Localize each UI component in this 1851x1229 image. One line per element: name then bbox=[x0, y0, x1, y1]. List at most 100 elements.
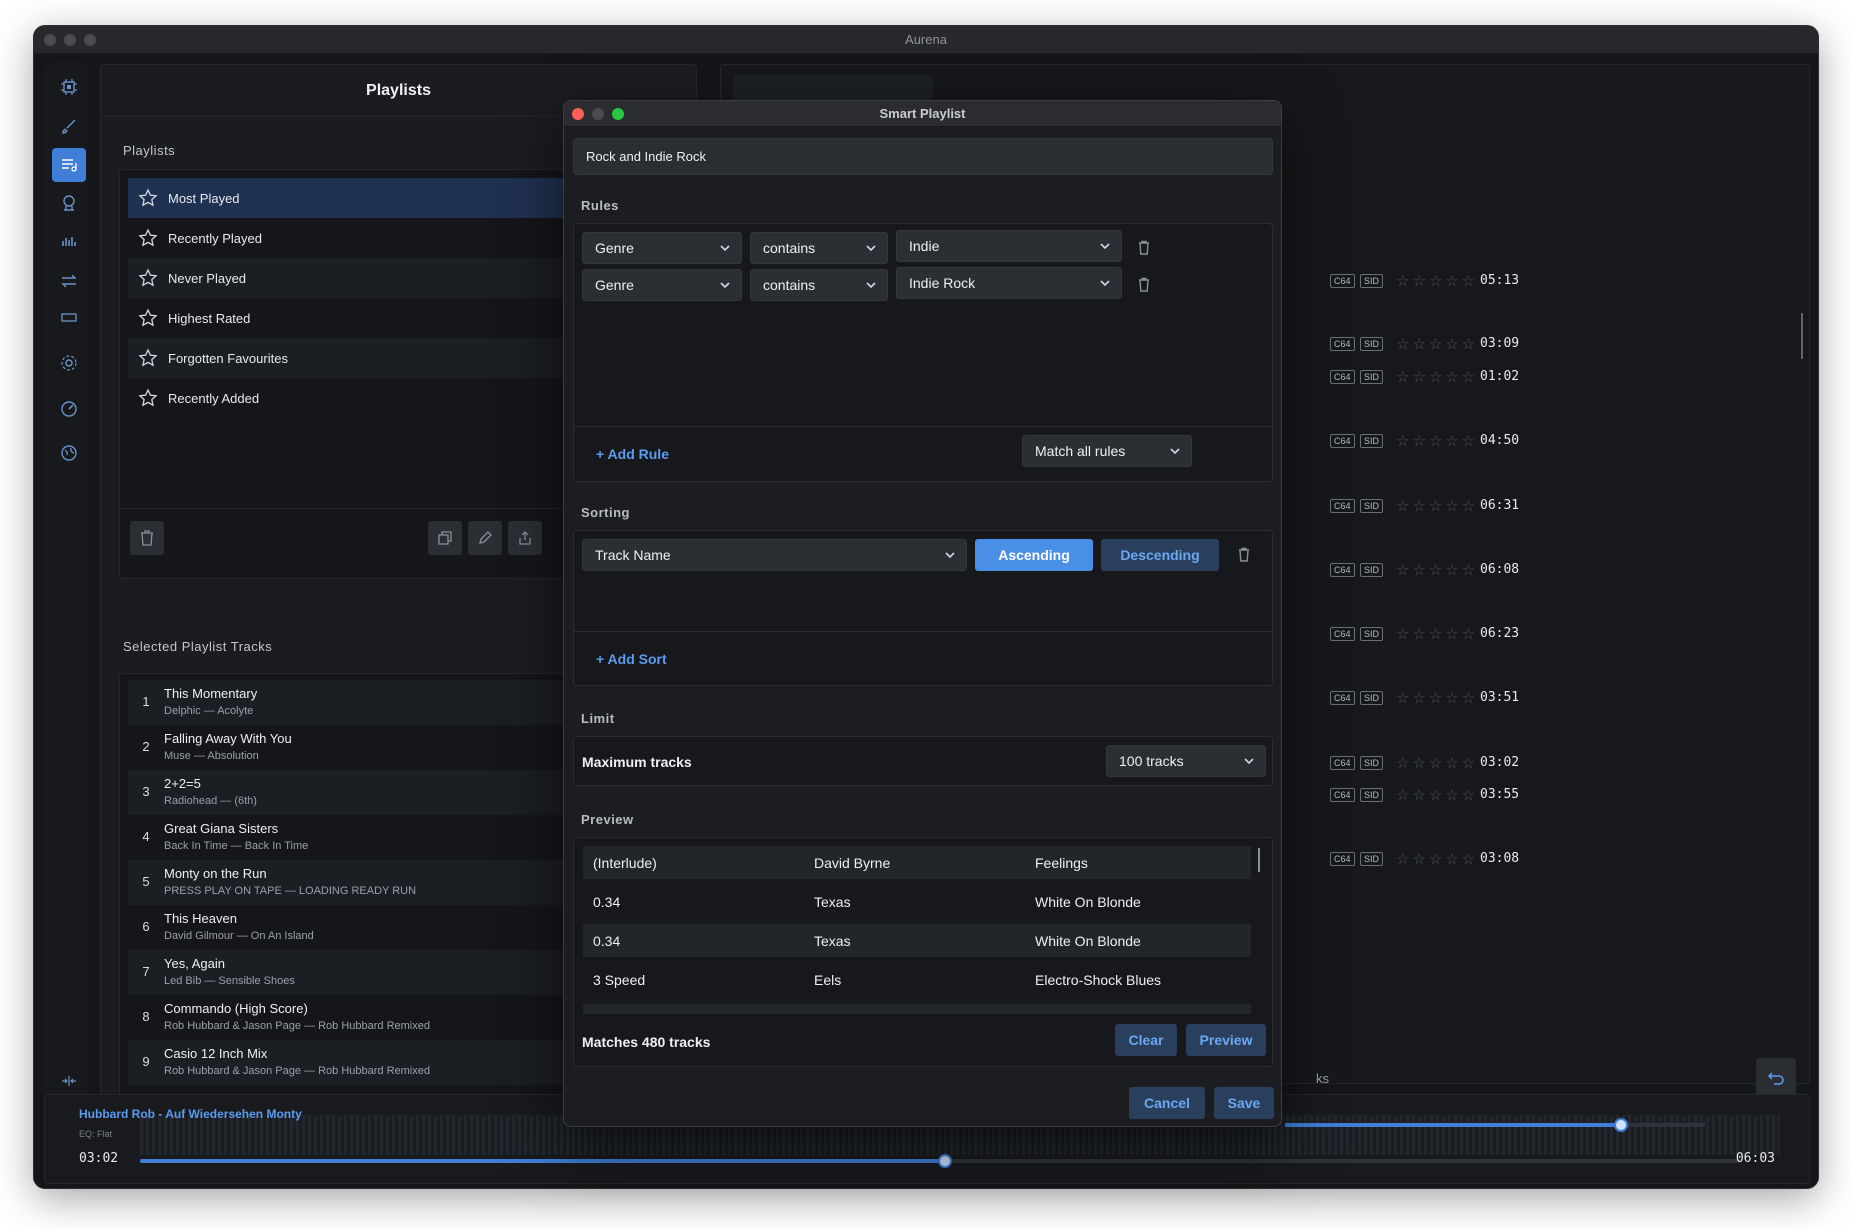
rule-1-field-select[interactable]: Genre bbox=[582, 232, 742, 264]
playlist-item-forgotten-favourites[interactable]: Forgotten Favourites bbox=[128, 338, 588, 378]
minimize-dialog-button[interactable] bbox=[592, 108, 604, 120]
track-row[interactable]: 5 Monty on the Run PRESS PLAY ON TAPE — LO… bbox=[128, 860, 608, 905]
playlist-icon[interactable] bbox=[52, 148, 86, 182]
zoom-dialog-button[interactable] bbox=[612, 108, 624, 120]
rating-stars[interactable]: ☆☆☆☆☆ bbox=[1396, 561, 1478, 579]
cpu-icon[interactable] bbox=[52, 70, 86, 104]
delete-rule-1-button[interactable] bbox=[1136, 239, 1152, 257]
star-icon bbox=[138, 188, 158, 207]
rule-1-operator-select[interactable]: contains bbox=[750, 232, 888, 264]
dial-icon[interactable] bbox=[52, 392, 86, 426]
delete-rule-2-button[interactable] bbox=[1136, 276, 1152, 294]
track-row[interactable]: 9 Casio 12 Inch Mix Rob Hubbard & Jason Pa… bbox=[128, 1040, 608, 1085]
undo-button[interactable] bbox=[1756, 1058, 1796, 1098]
rule-2-value: Indie Rock bbox=[909, 275, 976, 291]
progress-slider[interactable] bbox=[140, 1154, 1740, 1168]
add-sort-button[interactable]: + Add Sort bbox=[596, 651, 667, 667]
preview-button[interactable]: Preview bbox=[1186, 1024, 1266, 1056]
window-controls bbox=[44, 34, 96, 46]
rating-stars[interactable]: ☆☆☆☆☆ bbox=[1396, 368, 1478, 386]
track-row[interactable]: 4 Great Giana Sisters Back In Time — Back … bbox=[128, 815, 608, 860]
edit-playlist-button[interactable] bbox=[468, 521, 502, 555]
playlist-item-label: Highest Rated bbox=[168, 310, 251, 326]
export-playlist-button[interactable] bbox=[508, 521, 542, 555]
track-title: This Heaven bbox=[164, 911, 237, 926]
rule-2-field-select[interactable]: Genre bbox=[582, 269, 742, 301]
rule-2-value-select[interactable]: Indie Rock bbox=[896, 267, 1122, 299]
track-duration: 03:09 bbox=[1480, 336, 1520, 351]
rating-stars[interactable]: ☆☆☆☆☆ bbox=[1396, 335, 1478, 353]
rating-stars[interactable]: ☆☆☆☆☆ bbox=[1396, 432, 1478, 450]
track-row[interactable]: 6 This Heaven David Gilmour — On An Island bbox=[128, 905, 608, 950]
volume-slider[interactable] bbox=[1285, 1118, 1705, 1132]
track-row[interactable]: 3 2+2=5 Radiohead — (6th) bbox=[128, 770, 608, 815]
playlist-item-recently-played[interactable]: Recently Played bbox=[128, 218, 588, 258]
rating-stars[interactable]: ☆☆☆☆☆ bbox=[1396, 850, 1478, 868]
rating-stars[interactable]: ☆☆☆☆☆ bbox=[1396, 272, 1478, 290]
rating-stars[interactable]: ☆☆☆☆☆ bbox=[1396, 754, 1478, 772]
delete-sort-button[interactable] bbox=[1236, 546, 1252, 564]
c64-badge: C64 bbox=[1330, 852, 1355, 866]
playlist-item-highest-rated[interactable]: Highest Rated bbox=[128, 298, 588, 338]
scrollbar[interactable] bbox=[1801, 313, 1803, 359]
equalizer-icon[interactable] bbox=[52, 224, 86, 258]
eq-label: EQ: Flat bbox=[79, 1129, 113, 1139]
sort-field-select[interactable]: Track Name bbox=[582, 539, 967, 571]
minimize-window-button[interactable] bbox=[64, 34, 76, 46]
track-row[interactable]: 8 Commando (High Score) Rob Hubbard & Jaso… bbox=[128, 995, 608, 1040]
preview-artist: Texas bbox=[814, 933, 851, 949]
display-icon[interactable] bbox=[52, 300, 86, 334]
chevron-down-icon bbox=[720, 282, 730, 289]
track-row[interactable]: 7 Yes, Again Led Bib — Sensible Shoes bbox=[128, 950, 608, 995]
track-row[interactable]: 2 Falling Away With You Muse — Absolution bbox=[128, 725, 608, 770]
zoom-window-button[interactable] bbox=[84, 34, 96, 46]
rating-stars[interactable]: ☆☆☆☆☆ bbox=[1396, 786, 1478, 804]
dialog-title: Smart Playlist bbox=[879, 106, 966, 121]
rating-stars[interactable]: ☆☆☆☆☆ bbox=[1396, 689, 1478, 707]
max-tracks-select[interactable]: 100 tracks bbox=[1106, 745, 1266, 777]
volume-knob[interactable] bbox=[1614, 1118, 1628, 1132]
save-button[interactable]: Save bbox=[1214, 1087, 1274, 1119]
descending-button[interactable]: Descending bbox=[1101, 539, 1219, 571]
playlist-item-most-played[interactable]: Most Played bbox=[128, 178, 588, 218]
duplicate-playlist-button[interactable] bbox=[428, 521, 462, 555]
preview-scrollbar[interactable] bbox=[1258, 848, 1260, 872]
globe-icon[interactable] bbox=[52, 436, 86, 470]
delete-playlist-button[interactable] bbox=[130, 521, 164, 555]
preview-artist: Eels bbox=[814, 972, 842, 988]
track-duration: 03:51 bbox=[1480, 690, 1520, 705]
playlist-item-never-played[interactable]: Never Played bbox=[128, 258, 588, 298]
preview-track: 3 Speed bbox=[593, 972, 646, 988]
collapse-icon[interactable] bbox=[52, 1064, 86, 1098]
close-window-button[interactable] bbox=[44, 34, 56, 46]
close-dialog-button[interactable] bbox=[572, 108, 584, 120]
now-playing-title[interactable]: Hubbard Rob - Auf Wiedersehen Monty bbox=[79, 1107, 302, 1121]
brush-icon[interactable] bbox=[52, 110, 86, 144]
track-subtitle: Delphic — Acolyte bbox=[164, 705, 254, 717]
track-number: 5 bbox=[142, 874, 150, 889]
playlist-name-input[interactable]: Rock and Indie Rock bbox=[573, 138, 1273, 175]
selected-tracks-label: Selected Playlist Tracks bbox=[123, 639, 273, 654]
settings-icon[interactable] bbox=[52, 346, 86, 380]
progress-knob[interactable] bbox=[937, 1154, 952, 1168]
add-rule-button[interactable]: + Add Rule bbox=[596, 446, 669, 462]
track-subtitle: PRESS PLAY ON TAPE — LOADING READY RUN bbox=[164, 885, 417, 897]
rating-stars[interactable]: ☆☆☆☆☆ bbox=[1396, 497, 1478, 515]
chevron-down-icon bbox=[945, 552, 955, 559]
track-row[interactable]: 1 This Momentary Delphic — Acolyte bbox=[128, 680, 608, 725]
transfer-icon[interactable] bbox=[52, 264, 86, 298]
rule-1-value-select[interactable]: Indie bbox=[896, 230, 1122, 262]
track-subtitle: Led Bib — Sensible Shoes bbox=[164, 975, 295, 987]
rule-1-operator-value: contains bbox=[763, 240, 816, 256]
clear-preview-button[interactable]: Clear bbox=[1115, 1024, 1177, 1056]
match-mode-select[interactable]: Match all rules bbox=[1022, 435, 1192, 467]
rating-stars[interactable]: ☆☆☆☆☆ bbox=[1396, 625, 1478, 643]
playlist-item-recently-added[interactable]: Recently Added bbox=[128, 378, 588, 418]
library-icon[interactable] bbox=[52, 186, 86, 220]
rule-2-operator-select[interactable]: contains bbox=[750, 269, 888, 301]
cancel-button[interactable]: Cancel bbox=[1129, 1087, 1205, 1119]
limit-section-label: Limit bbox=[581, 711, 615, 726]
preview-track: 0.34 bbox=[593, 894, 621, 910]
ascending-button[interactable]: Ascending bbox=[975, 539, 1093, 571]
sid-badge: SID bbox=[1360, 370, 1384, 384]
